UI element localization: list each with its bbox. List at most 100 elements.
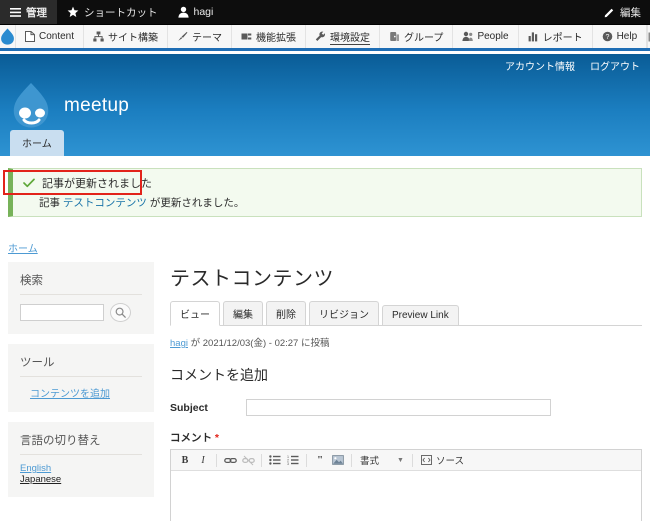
site-branding[interactable]: meetup bbox=[10, 82, 129, 130]
tray-item-extend[interactable]: 機能拡張 bbox=[232, 25, 307, 48]
tab-view[interactable]: ビュー bbox=[170, 301, 220, 326]
byline-author-link[interactable]: hagi bbox=[170, 338, 188, 349]
tray-item-appearance[interactable]: テーマ bbox=[168, 25, 233, 48]
admin-toolbar-spacer bbox=[223, 0, 595, 24]
tray-item-appearance-label: テーマ bbox=[192, 33, 223, 44]
admin-menu-user-button[interactable]: hagi bbox=[168, 0, 224, 24]
bold-button[interactable]: B bbox=[176, 452, 194, 469]
link-button[interactable] bbox=[221, 452, 239, 469]
tray-item-structure[interactable]: サイト構築 bbox=[84, 25, 169, 48]
tab-revisions[interactable]: リビジョン bbox=[309, 301, 379, 325]
format-dropdown[interactable]: 書式 ▼ bbox=[356, 453, 408, 467]
sidebar-first: 検索 ツール コンテンツを追加 言語の切り替え English Japanese bbox=[8, 262, 154, 507]
tray-item-group[interactable]: グループ bbox=[380, 25, 454, 48]
tools-link-add-content[interactable]: コンテンツを追加 bbox=[20, 385, 142, 400]
local-tasks-tabs: ビュー 編集 削除 リビジョン Preview Link bbox=[170, 301, 642, 326]
main-content: テストコンテンツ ビュー 編集 削除 リビジョン Preview Link ha… bbox=[170, 262, 642, 521]
tray-item-help-label: Help bbox=[616, 31, 638, 42]
image-button[interactable] bbox=[329, 452, 347, 469]
toolbar-separator bbox=[351, 453, 352, 467]
site-name[interactable]: meetup bbox=[64, 95, 129, 117]
site-header: アカウント情報 ログアウト meetup ホーム bbox=[0, 54, 650, 156]
source-button-label: ソース bbox=[435, 456, 464, 467]
status-message-header: 記事が更新されました bbox=[13, 169, 641, 193]
extend-icon bbox=[241, 31, 252, 42]
tab-delete[interactable]: 削除 bbox=[266, 301, 306, 325]
required-marker: * bbox=[214, 432, 220, 444]
tray-item-people[interactable]: People bbox=[453, 25, 519, 48]
language-option-japanese[interactable]: Japanese bbox=[20, 474, 142, 485]
ckeditor-toolbar: B I 1 2 3 " 書式 ▼ ソース bbox=[171, 450, 641, 471]
search-form bbox=[20, 303, 142, 322]
source-button[interactable]: ソース bbox=[417, 453, 468, 467]
add-comment-heading: コメントを追加 bbox=[170, 367, 268, 383]
tray-item-content[interactable]: Content bbox=[16, 25, 85, 48]
svg-text:?: ? bbox=[605, 34, 609, 41]
numbered-list-icon: 1 2 3 bbox=[287, 455, 299, 465]
language-option-english[interactable]: English bbox=[20, 463, 142, 474]
unlink-icon bbox=[241, 455, 255, 465]
drupal-droplet-logo-icon bbox=[13, 83, 49, 128]
comment-body-editable[interactable] bbox=[171, 471, 641, 521]
tab-preview-link[interactable]: Preview Link bbox=[382, 305, 459, 325]
tray-item-reports[interactable]: レポート bbox=[519, 25, 593, 48]
byline-date-text: が 2021/12/03(金) - 02:27 に投稿 bbox=[187, 338, 330, 349]
people-icon bbox=[462, 31, 474, 42]
comment-subject-row: Subject bbox=[170, 399, 642, 416]
italic-button[interactable]: I bbox=[194, 452, 212, 469]
breadcrumb-item-home[interactable]: ホーム bbox=[8, 244, 38, 255]
page-title: テストコンテンツ bbox=[170, 268, 334, 290]
status-message-body: 記事 テストコンテンツ が更新されました。 bbox=[13, 193, 641, 216]
tray-item-configuration-label: 環境設定 bbox=[330, 29, 371, 45]
tab-edit[interactable]: 編集 bbox=[223, 301, 263, 325]
chevron-down-icon: ▼ bbox=[397, 456, 404, 464]
tray-item-reports-label: レポート bbox=[542, 33, 583, 44]
tray-item-help[interactable]: ? Help bbox=[593, 25, 648, 48]
status-message-title: 記事が更新されました bbox=[42, 178, 152, 190]
block-tools-title: ツール bbox=[20, 354, 142, 377]
breadcrumb: ホーム bbox=[8, 240, 38, 255]
comment-subject-input[interactable] bbox=[246, 399, 551, 416]
node-submitted-byline: hagi が 2021/12/03(金) - 02:27 に投稿 bbox=[170, 335, 642, 349]
tray-item-configuration[interactable]: 環境設定 bbox=[306, 25, 381, 48]
star-icon bbox=[67, 6, 79, 18]
comment-body-label-text: コメント bbox=[170, 432, 212, 444]
nav-item-home[interactable]: ホーム bbox=[10, 130, 64, 156]
drupal-droplet-icon bbox=[1, 28, 14, 45]
drupal-logo-toolbar[interactable] bbox=[0, 25, 16, 48]
block-tools: ツール コンテンツを追加 bbox=[8, 344, 154, 412]
block-search-title: 検索 bbox=[20, 272, 142, 295]
admin-menu-shortcuts-button[interactable]: ショートカット bbox=[57, 0, 168, 24]
toolbar-separator bbox=[411, 453, 413, 467]
wrench-icon bbox=[315, 31, 326, 42]
contextual-edit-label: 編集 bbox=[620, 6, 641, 19]
block-language-title: 言語の切り替え bbox=[20, 432, 142, 455]
unlink-button[interactable] bbox=[239, 452, 257, 469]
block-language-switcher: 言語の切り替え English Japanese bbox=[8, 422, 154, 497]
block-search: 検索 bbox=[8, 262, 154, 334]
checkmark-icon bbox=[23, 178, 35, 188]
status-message-prefix: 記事 bbox=[39, 197, 63, 209]
admin-menu-shortcuts-label: ショートカット bbox=[84, 6, 158, 19]
numbered-list-button[interactable]: 1 2 3 bbox=[284, 452, 302, 469]
admin-menu-manage-label: 管理 bbox=[26, 6, 47, 19]
contextual-edit-button[interactable]: 編集 bbox=[595, 0, 650, 24]
account-link[interactable]: アカウント情報 bbox=[505, 58, 575, 73]
status-message-node-link[interactable]: テストコンテンツ bbox=[63, 197, 147, 209]
search-input[interactable] bbox=[20, 304, 104, 321]
admin-toolbar-tray: Content サイト構築 テーマ 機能拡張 環境設定 グループ People … bbox=[0, 25, 650, 51]
search-submit-button[interactable] bbox=[110, 303, 131, 322]
blockquote-button[interactable]: " bbox=[311, 452, 329, 469]
comment-subject-label: Subject bbox=[170, 401, 208, 414]
admin-menu-user-label: hagi bbox=[193, 6, 214, 18]
admin-toolbar-bar: 管理 ショートカット hagi 編集 bbox=[0, 0, 650, 25]
source-icon bbox=[421, 455, 432, 465]
logout-link[interactable]: ログアウト bbox=[590, 58, 640, 73]
pencil-icon bbox=[604, 7, 615, 18]
bulleted-list-button[interactable] bbox=[266, 452, 284, 469]
primary-nav: ホーム bbox=[10, 130, 64, 156]
toolbar-separator bbox=[261, 453, 262, 467]
ckeditor-wrapper: B I 1 2 3 " 書式 ▼ ソース bbox=[170, 449, 642, 521]
admin-menu-manage-button[interactable]: 管理 bbox=[0, 0, 57, 24]
group-icon bbox=[389, 31, 400, 42]
